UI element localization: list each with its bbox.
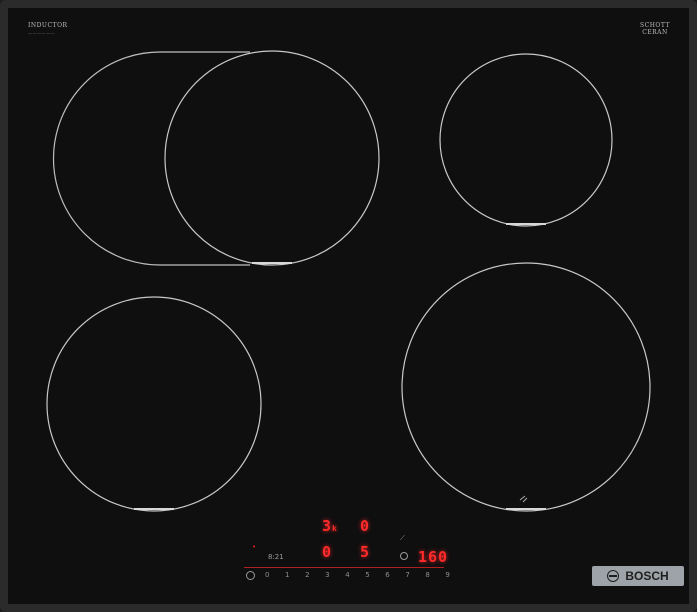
power-level-8[interactable]: 8 xyxy=(425,571,429,579)
zone-display-bottom-left: 0 xyxy=(322,543,333,561)
power-slider-track[interactable] xyxy=(244,567,444,568)
frying-sensor-icon xyxy=(519,495,528,503)
sensor-icon[interactable]: ⟋ xyxy=(400,534,405,543)
zone-bottom-right-ring xyxy=(401,262,651,512)
misc-display: 8:21 xyxy=(268,553,284,561)
timer-display: 160 xyxy=(418,548,449,566)
power-level-4[interactable]: 4 xyxy=(345,571,349,579)
power-level-6[interactable]: 6 xyxy=(385,571,389,579)
power-level-7[interactable]: 7 xyxy=(405,571,409,579)
bosch-badge: BOSCH xyxy=(592,566,684,586)
cooking-zones xyxy=(46,50,651,512)
power-level-0[interactable]: 0 xyxy=(265,571,269,579)
brand-name: BOSCH xyxy=(625,569,669,583)
power-scale[interactable]: 0 1 2 3 4 5 6 7 8 9 xyxy=(265,569,450,581)
zone-bottom-left-ring xyxy=(46,296,262,512)
power-icon[interactable] xyxy=(246,571,255,580)
power-level-9[interactable]: 9 xyxy=(445,571,449,579)
power-level-2[interactable]: 2 xyxy=(305,571,309,579)
power-level-1[interactable]: 1 xyxy=(285,571,289,579)
schott-ceran-label: SCHOTT CERAN xyxy=(640,22,670,36)
power-level-5[interactable]: 5 xyxy=(365,571,369,579)
power-level-3[interactable]: 3 xyxy=(325,571,329,579)
timer-icon[interactable] xyxy=(400,552,408,560)
flex-zone-outline xyxy=(52,51,250,266)
zone-top-right-ring xyxy=(439,53,613,227)
flex-zone-right-ring xyxy=(164,50,380,266)
zone-display-bottom-mid: 5 xyxy=(360,543,371,561)
indicator-dot: • xyxy=(252,543,257,551)
bosch-logo-icon xyxy=(607,570,620,582)
zone-display-top: 3k xyxy=(322,517,338,535)
inductor-label: INDUCTOR —————— xyxy=(28,22,68,35)
zone-display-top-right: 0 xyxy=(360,517,371,535)
